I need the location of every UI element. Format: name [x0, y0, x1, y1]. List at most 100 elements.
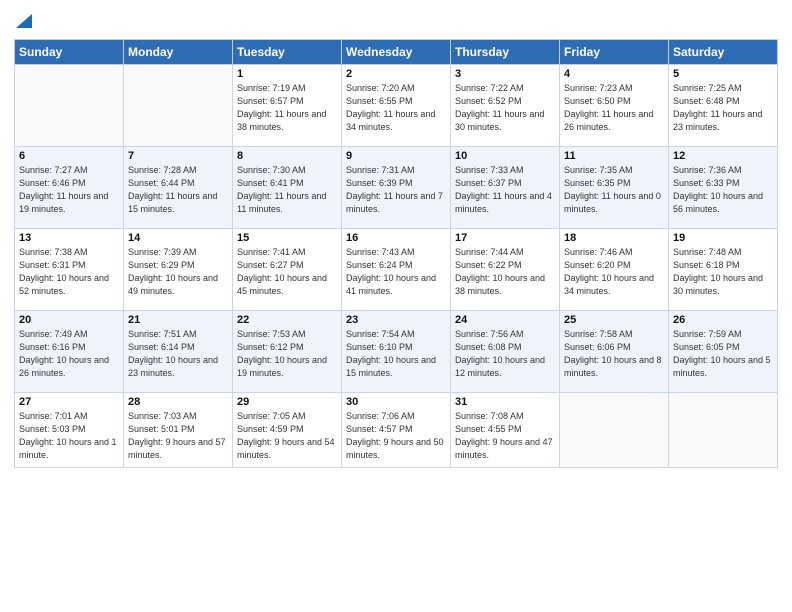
day-info: Sunrise: 7:36 AMSunset: 6:33 PMDaylight:… — [673, 164, 773, 216]
calendar-cell: 15Sunrise: 7:41 AMSunset: 6:27 PMDayligh… — [233, 229, 342, 311]
calendar-cell: 27 Sunrise: 7:01 AMSunset: 5:03 PMDayligh… — [15, 393, 124, 468]
day-info: Sunrise: 7:43 AMSunset: 6:24 PMDaylight:… — [346, 246, 446, 298]
calendar-cell: 19 Sunrise: 7:48 AMSunset: 6:18 PMDayligh… — [669, 229, 778, 311]
day-number: 7 — [128, 150, 228, 162]
calendar-cell: 12 Sunrise: 7:36 AMSunset: 6:33 PMDayligh… — [669, 147, 778, 229]
day-number: 18 — [564, 232, 664, 244]
day-info: Sunrise: 7:35 AMSunset: 6:35 PMDaylight:… — [564, 164, 664, 216]
calendar-cell: 9Sunrise: 7:31 AMSunset: 6:39 PMDaylight… — [342, 147, 451, 229]
calendar-cell: 21 Sunrise: 7:51 AMSunset: 6:14 PMDayligh… — [124, 311, 233, 393]
calendar-cell: 16Sunrise: 7:43 AMSunset: 6:24 PMDayligh… — [342, 229, 451, 311]
day-number: 3 — [455, 68, 555, 80]
day-info: Sunrise: 7:22 AMSunset: 6:52 PMDaylight:… — [455, 82, 555, 134]
weekday-header-tuesday: Tuesday — [233, 40, 342, 65]
calendar-cell: 11 Sunrise: 7:35 AMSunset: 6:35 PMDayligh… — [560, 147, 669, 229]
calendar-cell: 8 Sunrise: 7:30 AMSunset: 6:41 PMDaylight… — [233, 147, 342, 229]
calendar-cell — [560, 393, 669, 468]
day-number: 5 — [673, 68, 773, 80]
day-info: Sunrise: 7:03 AMSunset: 5:01 PMDaylight:… — [128, 410, 228, 462]
calendar-week-row: 1 Sunrise: 7:19 AMSunset: 6:57 PMDaylight… — [15, 65, 778, 147]
calendar-cell: 30 Sunrise: 7:06 AMSunset: 4:57 PMDayligh… — [342, 393, 451, 468]
day-info: Sunrise: 7:01 AMSunset: 5:03 PMDaylight:… — [19, 410, 119, 462]
calendar-cell: 3 Sunrise: 7:22 AMSunset: 6:52 PMDaylight… — [451, 65, 560, 147]
weekday-header-row: SundayMondayTuesdayWednesdayThursdayFrid… — [15, 40, 778, 65]
day-number: 12 — [673, 150, 773, 162]
day-info: Sunrise: 7:38 AMSunset: 6:31 PMDaylight:… — [19, 246, 119, 298]
day-info: Sunrise: 7:48 AMSunset: 6:18 PMDaylight:… — [673, 246, 773, 298]
day-info: Sunrise: 7:31 AMSunset: 6:39 PMDaylight:… — [346, 164, 446, 216]
weekday-header-saturday: Saturday — [669, 40, 778, 65]
day-number: 23 — [346, 314, 446, 326]
day-number: 14 — [128, 232, 228, 244]
day-number: 11 — [564, 150, 664, 162]
day-info: Sunrise: 7:39 AMSunset: 6:29 PMDaylight:… — [128, 246, 228, 298]
calendar-cell — [669, 393, 778, 468]
calendar-cell: 26Sunrise: 7:59 AMSunset: 6:05 PMDayligh… — [669, 311, 778, 393]
day-info: Sunrise: 7:30 AMSunset: 6:41 PMDaylight:… — [237, 164, 337, 216]
calendar-week-row: 20 Sunrise: 7:49 AMSunset: 6:16 PMDayligh… — [15, 311, 778, 393]
calendar-cell: 1 Sunrise: 7:19 AMSunset: 6:57 PMDaylight… — [233, 65, 342, 147]
header — [14, 10, 778, 33]
day-number: 26 — [673, 314, 773, 326]
calendar-cell: 13Sunrise: 7:38 AMSunset: 6:31 PMDayligh… — [15, 229, 124, 311]
logo — [14, 14, 32, 33]
day-info: Sunrise: 7:08 AMSunset: 4:55 PMDaylight:… — [455, 410, 555, 462]
day-info: Sunrise: 7:51 AMSunset: 6:14 PMDaylight:… — [128, 328, 228, 380]
day-number: 6 — [19, 150, 119, 162]
calendar-cell: 22Sunrise: 7:53 AMSunset: 6:12 PMDayligh… — [233, 311, 342, 393]
day-info: Sunrise: 7:23 AMSunset: 6:50 PMDaylight:… — [564, 82, 664, 134]
calendar-cell: 20 Sunrise: 7:49 AMSunset: 6:16 PMDayligh… — [15, 311, 124, 393]
day-number: 15 — [237, 232, 337, 244]
calendar-cell: 24 Sunrise: 7:56 AMSunset: 6:08 PMDayligh… — [451, 311, 560, 393]
day-info: Sunrise: 7:05 AMSunset: 4:59 PMDaylight:… — [237, 410, 337, 462]
day-number: 8 — [237, 150, 337, 162]
day-info: Sunrise: 7:28 AMSunset: 6:44 PMDaylight:… — [128, 164, 228, 216]
day-number: 25 — [564, 314, 664, 326]
day-number: 20 — [19, 314, 119, 326]
calendar-cell: 2Sunrise: 7:20 AMSunset: 6:55 PMDaylight… — [342, 65, 451, 147]
weekday-header-sunday: Sunday — [15, 40, 124, 65]
day-number: 1 — [237, 68, 337, 80]
weekday-header-friday: Friday — [560, 40, 669, 65]
calendar-cell: 18 Sunrise: 7:46 AMSunset: 6:20 PMDayligh… — [560, 229, 669, 311]
calendar-cell — [124, 65, 233, 147]
day-info: Sunrise: 7:58 AMSunset: 6:06 PMDaylight:… — [564, 328, 664, 380]
day-info: Sunrise: 7:46 AMSunset: 6:20 PMDaylight:… — [564, 246, 664, 298]
calendar-table: SundayMondayTuesdayWednesdayThursdayFrid… — [14, 39, 778, 468]
calendar-week-row: 27 Sunrise: 7:01 AMSunset: 5:03 PMDayligh… — [15, 393, 778, 468]
day-number: 30 — [346, 396, 446, 408]
calendar-cell: 23Sunrise: 7:54 AMSunset: 6:10 PMDayligh… — [342, 311, 451, 393]
day-number: 28 — [128, 396, 228, 408]
day-number: 10 — [455, 150, 555, 162]
day-number: 27 — [19, 396, 119, 408]
day-info: Sunrise: 7:25 AMSunset: 6:48 PMDaylight:… — [673, 82, 773, 134]
day-info: Sunrise: 7:33 AMSunset: 6:37 PMDaylight:… — [455, 164, 555, 216]
day-info: Sunrise: 7:19 AMSunset: 6:57 PMDaylight:… — [237, 82, 337, 134]
day-info: Sunrise: 7:56 AMSunset: 6:08 PMDaylight:… — [455, 328, 555, 380]
weekday-header-monday: Monday — [124, 40, 233, 65]
day-number: 19 — [673, 232, 773, 244]
calendar-cell: 4 Sunrise: 7:23 AMSunset: 6:50 PMDaylight… — [560, 65, 669, 147]
calendar-cell: 28 Sunrise: 7:03 AMSunset: 5:01 PMDayligh… — [124, 393, 233, 468]
day-number: 21 — [128, 314, 228, 326]
day-info: Sunrise: 7:49 AMSunset: 6:16 PMDaylight:… — [19, 328, 119, 380]
day-number: 29 — [237, 396, 337, 408]
weekday-header-wednesday: Wednesday — [342, 40, 451, 65]
day-info: Sunrise: 7:06 AMSunset: 4:57 PMDaylight:… — [346, 410, 446, 462]
calendar-cell: 31 Sunrise: 7:08 AMSunset: 4:55 PMDayligh… — [451, 393, 560, 468]
day-info: Sunrise: 7:20 AMSunset: 6:55 PMDaylight:… — [346, 82, 446, 134]
page: SundayMondayTuesdayWednesdayThursdayFrid… — [0, 0, 792, 612]
day-number: 17 — [455, 232, 555, 244]
calendar-cell: 10 Sunrise: 7:33 AMSunset: 6:37 PMDayligh… — [451, 147, 560, 229]
day-info: Sunrise: 7:44 AMSunset: 6:22 PMDaylight:… — [455, 246, 555, 298]
day-number: 31 — [455, 396, 555, 408]
calendar-cell — [15, 65, 124, 147]
calendar-cell: 6Sunrise: 7:27 AMSunset: 6:46 PMDaylight… — [15, 147, 124, 229]
weekday-header-thursday: Thursday — [451, 40, 560, 65]
logo-triangle-icon — [16, 14, 32, 28]
calendar-week-row: 13Sunrise: 7:38 AMSunset: 6:31 PMDayligh… — [15, 229, 778, 311]
day-number: 24 — [455, 314, 555, 326]
day-number: 4 — [564, 68, 664, 80]
calendar-cell: 7 Sunrise: 7:28 AMSunset: 6:44 PMDaylight… — [124, 147, 233, 229]
calendar-cell: 17 Sunrise: 7:44 AMSunset: 6:22 PMDayligh… — [451, 229, 560, 311]
